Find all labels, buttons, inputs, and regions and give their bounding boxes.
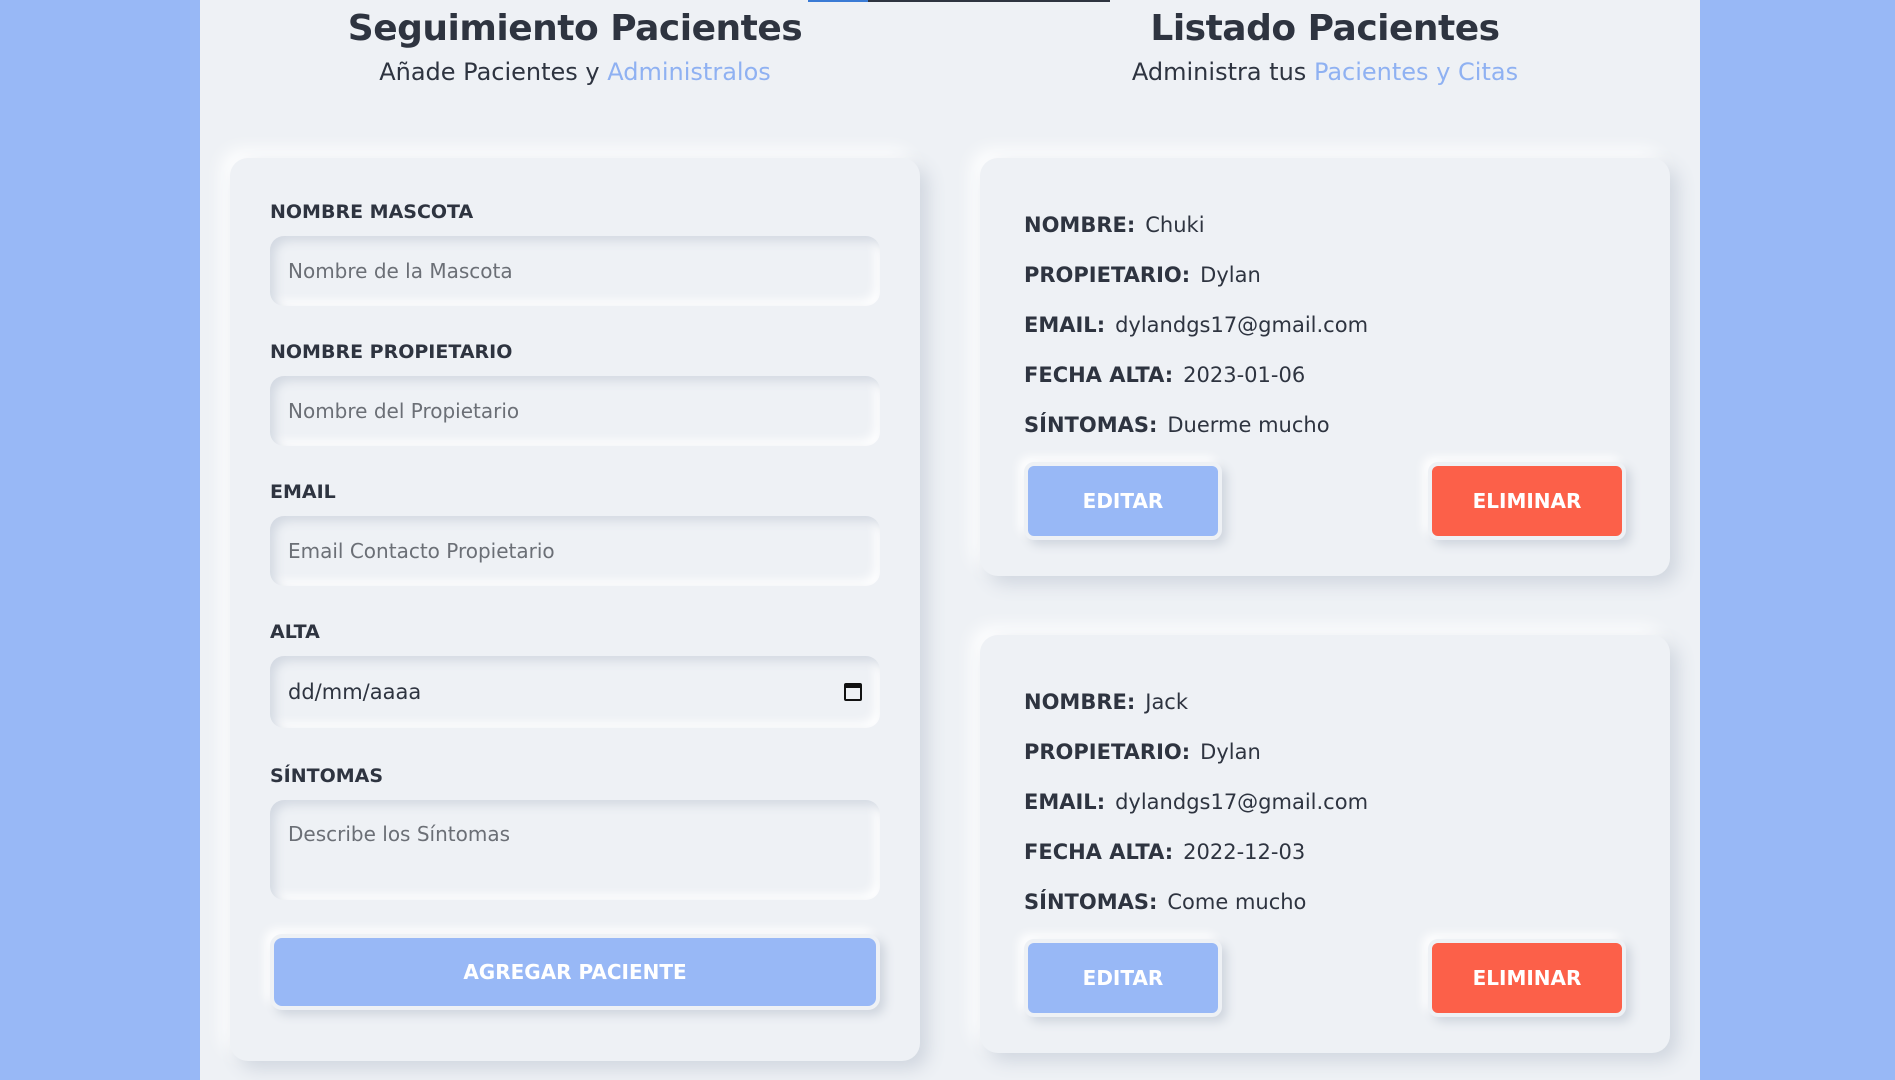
- patient-card: NOMBRE: Jack PROPIETARIO: Dylan EMAIL: dyla…: [980, 635, 1670, 1053]
- edit-button[interactable]: EDITAR: [1024, 939, 1222, 1017]
- patient-name-row: NOMBRE: Chuki: [1024, 200, 1626, 250]
- pet-name-label: NOMBRE MASCOTA: [270, 201, 474, 223]
- patient-name-key: NOMBRE:: [1024, 690, 1136, 714]
- patient-discharge-key: FECHA ALTA:: [1024, 840, 1174, 864]
- owner-name-label: NOMBRE PROPIETARIO: [270, 341, 513, 363]
- date-placeholder: dd/mm/aaaa: [288, 680, 422, 704]
- patient-name-row: NOMBRE: Jack: [1024, 677, 1626, 727]
- patient-owner-row: PROPIETARIO: Dylan: [1024, 727, 1626, 777]
- discharge-date-input[interactable]: dd/mm/aaaa: [270, 656, 880, 728]
- delete-button[interactable]: ELIMINAR: [1428, 462, 1626, 540]
- symptoms-textarea[interactable]: [270, 800, 880, 900]
- patient-name-value: Chuki: [1145, 213, 1205, 237]
- owner-name-input[interactable]: [270, 376, 880, 446]
- patient-actions: EDITAR ELIMINAR: [1024, 462, 1626, 542]
- patient-email-row: EMAIL: dylandgs17@gmail.com: [1024, 300, 1626, 350]
- form-subtitle-text: Añade Pacientes y: [379, 58, 608, 86]
- edit-button[interactable]: EDITAR: [1024, 462, 1222, 540]
- patient-discharge-row: FECHA ALTA: 2022-12-03: [1024, 827, 1626, 877]
- patient-symptoms-row: SÍNTOMAS: Duerme mucho: [1024, 400, 1626, 450]
- patient-owner-key: PROPIETARIO:: [1024, 740, 1191, 764]
- patient-owner-key: PROPIETARIO:: [1024, 263, 1191, 287]
- patient-name-value: Jack: [1145, 690, 1189, 714]
- form-header: Seguimiento Pacientes Añade Pacientes y …: [230, 6, 920, 86]
- list-header: Listado Pacientes Administra tus Pacient…: [980, 6, 1670, 86]
- patient-symptoms-value: Come mucho: [1167, 890, 1307, 914]
- top-divider-accent: [808, 0, 868, 2]
- patient-name-key: NOMBRE:: [1024, 213, 1136, 237]
- patient-symptoms-key: SÍNTOMAS:: [1024, 413, 1158, 437]
- list-subtitle-accent: Pacientes y Citas: [1313, 58, 1519, 86]
- app-container: Seguimiento Pacientes Añade Pacientes y …: [200, 0, 1700, 1080]
- symptoms-label: SÍNTOMAS: [270, 765, 384, 787]
- patient-discharge-value: 2022-12-03: [1183, 840, 1306, 864]
- email-input[interactable]: [270, 516, 880, 586]
- patient-owner-value: Dylan: [1200, 740, 1261, 764]
- add-patient-button[interactable]: AGREGAR PACIENTE: [270, 934, 880, 1010]
- list-title: Listado Pacientes: [1150, 8, 1500, 49]
- patient-discharge-key: FECHA ALTA:: [1024, 363, 1174, 387]
- form-subtitle-accent: Administralos: [607, 58, 771, 86]
- patient-symptoms-value: Duerme mucho: [1167, 413, 1330, 437]
- list-subtitle: Administra tus Pacientes y Citas: [980, 58, 1670, 86]
- pet-name-input[interactable]: [270, 236, 880, 306]
- calendar-icon[interactable]: [844, 683, 862, 701]
- patient-owner-value: Dylan: [1200, 263, 1261, 287]
- patient-form: NOMBRE MASCOTA NOMBRE PROPIETARIO EMAIL …: [230, 158, 920, 1061]
- patient-card: NOMBRE: Chuki PROPIETARIO: Dylan EMAIL: dyl…: [980, 158, 1670, 576]
- form-title: Seguimiento Pacientes: [347, 8, 803, 49]
- discharge-label: ALTA: [270, 621, 320, 643]
- list-subtitle-text: Administra tus: [1131, 58, 1314, 86]
- patient-discharge-row: FECHA ALTA: 2023-01-06: [1024, 350, 1626, 400]
- patient-email-value: dylandgs17@gmail.com: [1115, 313, 1369, 337]
- patient-owner-row: PROPIETARIO: Dylan: [1024, 250, 1626, 300]
- form-subtitle: Añade Pacientes y Administralos: [230, 58, 920, 86]
- delete-button[interactable]: ELIMINAR: [1428, 939, 1626, 1017]
- patient-email-key: EMAIL:: [1024, 790, 1106, 814]
- patient-symptoms-row: SÍNTOMAS: Come mucho: [1024, 877, 1626, 927]
- patient-email-key: EMAIL:: [1024, 313, 1106, 337]
- email-label: EMAIL: [270, 481, 336, 503]
- patient-email-value: dylandgs17@gmail.com: [1115, 790, 1369, 814]
- patient-symptoms-key: SÍNTOMAS:: [1024, 890, 1158, 914]
- patient-actions: EDITAR ELIMINAR: [1024, 939, 1626, 1019]
- patient-discharge-value: 2023-01-06: [1183, 363, 1306, 387]
- patient-email-row: EMAIL: dylandgs17@gmail.com: [1024, 777, 1626, 827]
